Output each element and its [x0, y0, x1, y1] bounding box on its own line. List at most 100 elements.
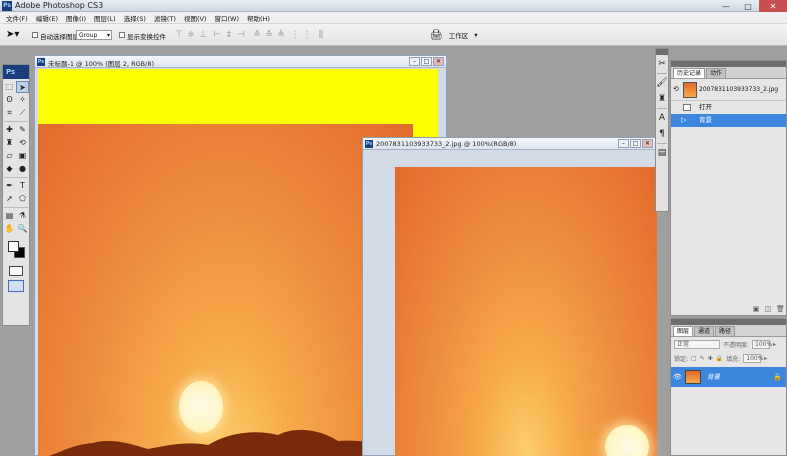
tab-channels[interactable]: 通道 [694, 326, 715, 336]
notes-tool-icon[interactable]: ▤ [3, 210, 16, 222]
move-tool-preset-icon[interactable]: ➤▾ [6, 29, 22, 41]
history-brush-source-icon[interactable]: ⟲ [673, 85, 679, 93]
zoom-tool-icon[interactable]: 🔍 [16, 223, 29, 235]
blend-mode-dropdown[interactable]: 正常 [674, 339, 720, 349]
layer-row-background[interactable]: 👁 背景 🔒 [671, 367, 786, 387]
quick-mask-icon[interactable] [9, 266, 23, 276]
healing-brush-tool-icon[interactable]: ✚ [3, 124, 16, 136]
eye-icon[interactable]: 👁 [673, 367, 682, 387]
pen-tool-icon[interactable]: ✒ [3, 180, 16, 192]
distribute-right-icon[interactable]: ⋮ [302, 30, 312, 40]
auto-select-type-dropdown[interactable]: Group [76, 30, 112, 40]
opacity-input[interactable]: 100% [752, 339, 772, 349]
lock-transparency-icon[interactable]: ▢ [691, 355, 697, 362]
clone-source-icon[interactable]: ♜ [656, 92, 668, 106]
menu-filter[interactable]: 滤镜(T) [150, 13, 180, 23]
brushes-icon[interactable]: 🖌 [656, 76, 668, 90]
collapsed-panels-strip: ✂ 🖌 ♜ A ¶ ▤ [655, 48, 669, 212]
distribute-left-icon[interactable]: ⋮ [290, 30, 300, 40]
hand-tool-icon[interactable]: ✋ [3, 223, 16, 235]
align-bottom-icon[interactable]: ⊥ [198, 30, 208, 40]
doc-minimize-icon[interactable]: – [409, 57, 420, 66]
auto-align-icon[interactable]: ⫼ [316, 30, 326, 40]
brush-tool-icon[interactable]: ✎ [16, 124, 29, 136]
tab-actions[interactable]: 动作 [706, 68, 727, 78]
show-transform-checkbox[interactable] [119, 32, 125, 38]
maximize-icon[interactable]: □ [737, 0, 759, 12]
shape-tool-icon[interactable]: ⬠ [16, 193, 29, 205]
align-right-icon[interactable]: ⊣ [236, 30, 246, 40]
history-item-background[interactable]: ▷ 背景 [671, 114, 786, 127]
doc-maximize-icon[interactable]: □ [421, 57, 432, 66]
chevron-right-icon[interactable]: ▸ [764, 355, 767, 362]
distribute-bottom-icon[interactable]: ≜ [276, 30, 286, 40]
workspace-label[interactable]: 工作区 [449, 30, 469, 40]
marquee-tool-icon[interactable]: ⬚ [3, 81, 16, 93]
chevron-down-icon: ▾ [474, 31, 478, 39]
auto-select-checkbox[interactable] [32, 32, 38, 38]
dodge-tool-icon[interactable]: ● [16, 163, 29, 175]
slice-tool-icon[interactable]: ⟋ [16, 107, 29, 119]
doc-minimize-icon[interactable]: – [618, 139, 629, 148]
document-titlebar[interactable]: Ps 未标题-1 @ 100% (图层 2, RGB/8) – □ ✕ [35, 56, 446, 68]
canvas-jpg[interactable] [395, 167, 657, 456]
foreground-color-swatch[interactable] [8, 241, 19, 252]
bridge-icon[interactable]: 🖨 [430, 30, 443, 41]
tool-presets-icon[interactable]: ✂ [656, 57, 668, 71]
menu-file[interactable]: 文件(F) [2, 13, 32, 23]
type-tool-icon[interactable]: T [16, 180, 29, 192]
menu-view[interactable]: 视图(V) [180, 13, 211, 23]
lock-all-icon[interactable]: 🔒 [716, 355, 723, 362]
align-left-icon[interactable]: ⊢ [212, 30, 222, 40]
trash-icon[interactable]: 🗑 [776, 305, 785, 313]
align-hcenter-icon[interactable]: ‡ [224, 30, 234, 40]
clone-stamp-tool-icon[interactable]: ♜ [3, 137, 16, 149]
crop-tool-icon[interactable]: ⌗ [3, 107, 16, 119]
workspace-switcher[interactable]: 🖨 工作区 ▾ [430, 28, 477, 42]
history-brush-tool-icon[interactable]: ⟲ [16, 137, 29, 149]
eyedropper-tool-icon[interactable]: ⚗ [16, 210, 29, 222]
new-snapshot-icon[interactable]: ◫ [764, 305, 772, 313]
tab-layers[interactable]: 图层 [673, 326, 694, 336]
doc-close-icon[interactable]: ✕ [433, 57, 444, 66]
align-vcenter-icon[interactable]: ≑ [186, 30, 196, 40]
move-tool-icon[interactable]: ➤ [16, 81, 29, 93]
distribute-top-icon[interactable]: ≚ [252, 30, 262, 40]
lock-position-icon[interactable]: ✚ [708, 355, 713, 362]
blur-tool-icon[interactable]: ◆ [3, 163, 16, 175]
align-top-icon[interactable]: ⊤ [174, 30, 184, 40]
menu-image[interactable]: 图像(I) [62, 13, 90, 23]
new-document-from-state-icon[interactable]: ▣ [752, 305, 760, 313]
fill-input[interactable]: 100% [743, 353, 763, 363]
doc-maximize-icon[interactable]: □ [630, 139, 641, 148]
distribute-vcenter-icon[interactable]: ≛ [264, 30, 274, 40]
lock-pixels-icon[interactable]: ✎ [700, 355, 705, 362]
screen-mode-icon[interactable] [8, 280, 24, 292]
layer-comps-icon[interactable]: ▤ [656, 146, 668, 160]
opacity-label: 不透明度: [723, 341, 750, 349]
path-selection-tool-icon[interactable]: ➚ [3, 193, 16, 205]
menu-window[interactable]: 窗口(W) [210, 13, 243, 23]
gradient-tool-icon[interactable]: ▣ [16, 150, 29, 162]
toolbox: Ps ⬚ ➤ ʘ ✧ ⌗ ⟋ ✚ ✎ ♜ ⟲ ▱ ▣ ◆ ● ✒ T ➚ ⬠ ▤… [2, 64, 30, 326]
eraser-tool-icon[interactable]: ▱ [3, 150, 16, 162]
magic-wand-tool-icon[interactable]: ✧ [16, 94, 29, 106]
color-swatches[interactable] [3, 239, 29, 263]
minimize-icon[interactable]: — [715, 0, 737, 12]
chevron-right-icon[interactable]: ▸ [773, 341, 776, 348]
menu-help[interactable]: 帮助(H) [243, 13, 274, 23]
menu-edit[interactable]: 编辑(E) [32, 13, 62, 23]
lasso-tool-icon[interactable]: ʘ [3, 94, 16, 106]
menu-layer[interactable]: 图层(L) [90, 13, 120, 23]
doc-close-icon[interactable]: ✕ [642, 139, 653, 148]
history-item-open[interactable]: 打开 [671, 101, 786, 114]
document-titlebar[interactable]: Ps 20078311039337​33_2.jpg @ 100%(RGB/8)… [363, 138, 655, 150]
menu-select[interactable]: 选择(S) [120, 13, 150, 23]
character-icon[interactable]: A [656, 111, 668, 125]
history-snapshot[interactable]: ⟲ 20078311039337​33_2.jpg [671, 79, 786, 101]
paragraph-icon[interactable]: ¶ [656, 127, 668, 141]
lock-icon: 🔒 [773, 373, 782, 381]
tab-paths[interactable]: 路径 [715, 326, 736, 336]
close-icon[interactable]: ✕ [759, 0, 787, 12]
tab-history[interactable]: 历史记录 [673, 68, 706, 78]
